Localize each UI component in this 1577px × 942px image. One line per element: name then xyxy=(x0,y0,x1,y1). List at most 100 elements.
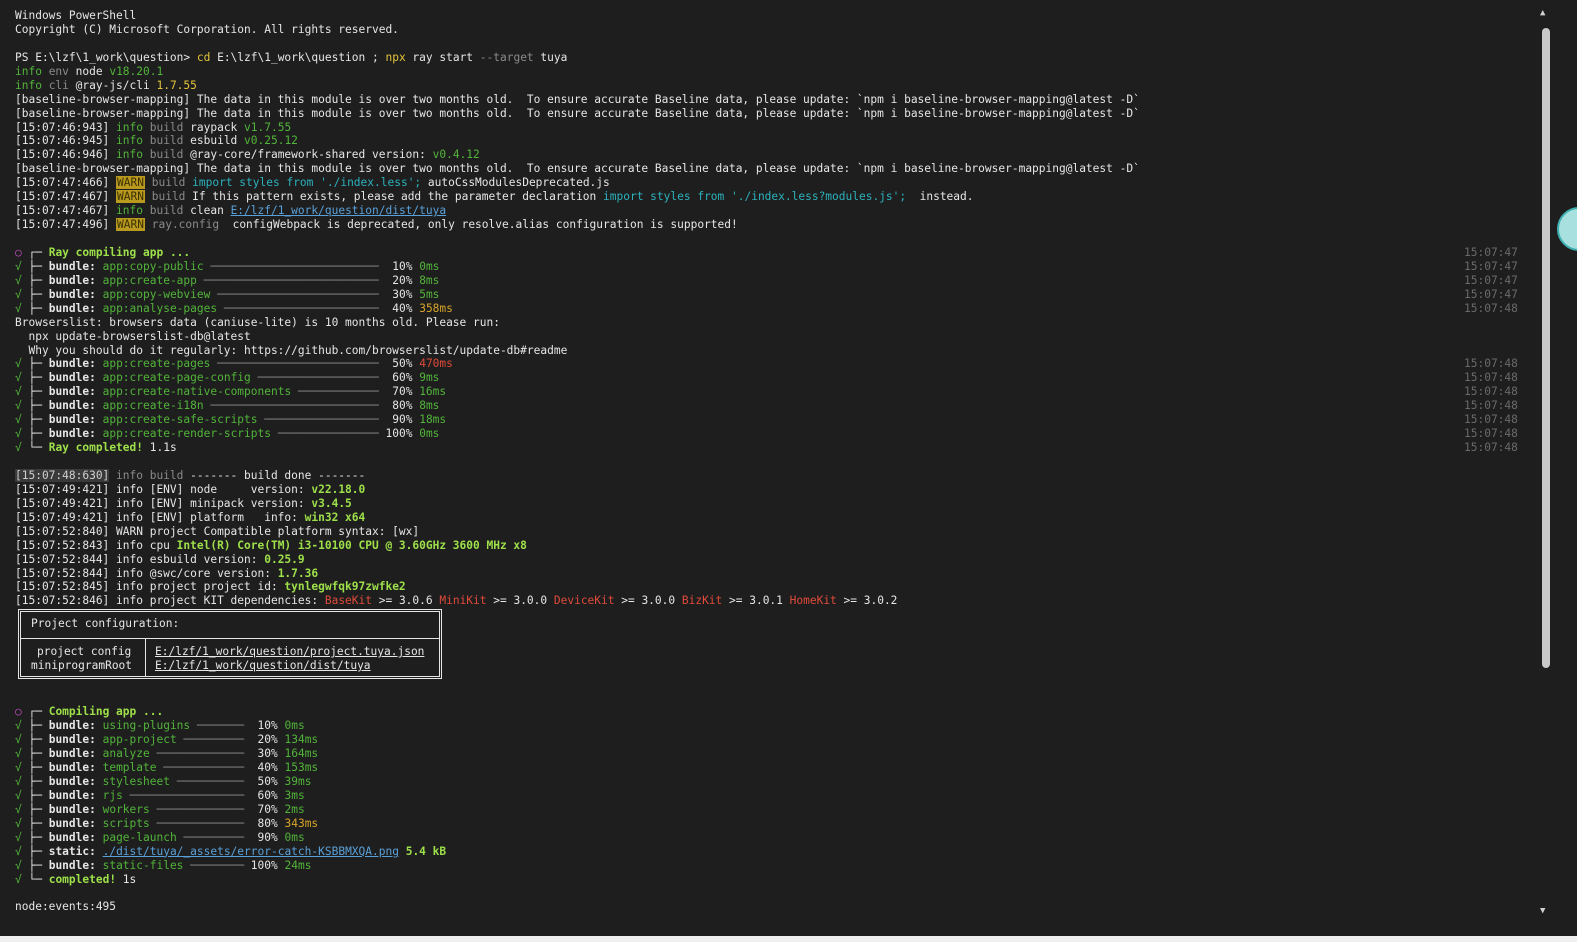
clean-path-link[interactable]: E:/lzf/1_work/question/dist/tuya xyxy=(231,204,447,217)
bundle-label: bundle: xyxy=(48,371,103,385)
bundle-timestamp: 15:07:48 xyxy=(1464,357,1518,371)
bundle-label: bundle: xyxy=(48,761,103,775)
bundle-line: √ ├─ bundle: analyze ───────────── 30% 1… xyxy=(15,747,1535,761)
bundle-line: √ ├─ bundle: app:create-native-component… xyxy=(15,385,1535,399)
log-value: win32 x64 xyxy=(304,510,366,524)
ps-title: Windows PowerShell xyxy=(15,9,137,22)
scroll-down-arrow-icon[interactable]: ▼ xyxy=(1540,906,1545,916)
bundle-name: app:analyse-pages xyxy=(102,301,218,315)
bundle-label: bundle: xyxy=(48,301,103,315)
tree-branch: ├─ xyxy=(21,413,49,427)
bundle-time: 470ms xyxy=(419,357,453,371)
bundle-name: scripts xyxy=(102,816,150,830)
static-files-line: √ ├─ bundle: static-files ──────── 100% … xyxy=(15,858,312,872)
log-value: 1.7.36 xyxy=(277,566,319,580)
compile-completed-line: √ └─ completed! 1s xyxy=(15,872,137,886)
env-log-list: [15:07:49:421] info [ENV] node version: … xyxy=(15,483,1535,595)
progress-dashes: ───────────────────────── xyxy=(203,259,379,273)
env-log-line: [15:07:49:421] info [ENV] minipack versi… xyxy=(15,497,1535,511)
bundle-name: analyze xyxy=(102,747,150,761)
env-node-line: info env node v18.20.1 xyxy=(15,64,164,78)
check-icon: √ xyxy=(15,775,22,788)
bundle-name: workers xyxy=(102,802,150,816)
kit-name: HomeKit xyxy=(789,594,837,608)
env-log-line: [15:07:52:844] info esbuild version: 0.2… xyxy=(15,553,1535,567)
bundle-timestamp: 15:07:48 xyxy=(1464,301,1518,315)
bundle-label: bundle: xyxy=(48,399,103,413)
miniprogram-root-path-link[interactable]: E:/lzf/1_work/question/dist/tuya xyxy=(155,659,371,672)
bundle-percent: 60% xyxy=(257,788,278,802)
bundle-line: √ ├─ bundle: page-launch ───────── 90% 0… xyxy=(15,831,1535,845)
command-line: PS E:\lzf\1_work\question> cd E:\lzf\1_w… xyxy=(15,50,568,64)
scrollbar-thumb[interactable] xyxy=(1542,28,1550,668)
progress-dashes: ───────────────────────── xyxy=(203,399,379,413)
tree-branch: ├─ xyxy=(21,719,49,733)
project-config-path-link[interactable]: E:/lzf/1_work/question/project.tuya.json xyxy=(155,645,424,658)
baseline-warning: [baseline-browser-mapping] The data in t… xyxy=(15,92,1140,106)
progress-dashes: ─────── xyxy=(190,719,245,733)
bundle-time: 0ms xyxy=(419,259,440,273)
project-config-table: Project configuration: project config mi… xyxy=(18,609,442,680)
bundle-percent: 10% xyxy=(257,719,278,733)
config-key: project config xyxy=(37,645,132,659)
bundle-percent: 70% xyxy=(392,385,413,399)
bundle-timestamp: 15:07:47 xyxy=(1464,273,1518,287)
bundle-percent: 20% xyxy=(392,273,413,287)
kit-version: >= 3.0.0 xyxy=(486,594,554,608)
check-icon: √ xyxy=(15,872,22,886)
progress-dashes: ───────── xyxy=(176,733,245,747)
bundle-label: bundle: xyxy=(48,719,103,733)
vertical-scrollbar[interactable]: ▲ ▼ xyxy=(1536,8,1556,916)
env-cli-line: info cli @ray-js/cli 1.7.55 xyxy=(15,78,197,92)
build-clean-line: [15:07:47:467] info build clean E:/lzf/1… xyxy=(15,204,447,218)
progress-dashes: ───────────── xyxy=(149,816,245,830)
bundle-line: √ ├─ bundle: app:copy-public ───────────… xyxy=(15,260,1535,274)
bundle-line: √ ├─ bundle: workers ───────────── 70% 2… xyxy=(15,803,1535,817)
floating-assistant-button[interactable] xyxy=(1557,207,1577,251)
build-done-line: [15:07:48:630] info build ------- build … xyxy=(15,468,366,482)
bundle-line: √ ├─ bundle: template ──────────── 40% 1… xyxy=(15,761,1535,775)
build-log-line: [15:07:46:946] info build @ray-core/fram… xyxy=(15,148,480,162)
tree-branch: ├─ xyxy=(21,385,49,399)
bundle-label: bundle: xyxy=(48,775,103,788)
scroll-up-arrow-icon[interactable]: ▲ xyxy=(1540,8,1545,18)
bundle-time: 8ms xyxy=(419,273,440,287)
env-log-line: [15:07:49:421] info [ENV] node version: … xyxy=(15,483,1535,497)
bundle-label: bundle: xyxy=(48,830,103,844)
bundle-time: 8ms xyxy=(419,399,440,413)
check-icon: √ xyxy=(15,413,22,427)
bundle-percent: 50% xyxy=(392,357,413,371)
log-value: 0.25.9 xyxy=(264,552,305,566)
bundle-label: bundle: xyxy=(48,385,103,399)
tree-branch: ├─ xyxy=(21,775,49,788)
bundle-time: 164ms xyxy=(284,747,319,761)
kit-dependencies-line: [15:07:52:846] info project KIT dependen… xyxy=(15,594,898,608)
bundle-line: √ ├─ bundle: scripts ───────────── 80% 3… xyxy=(15,817,1535,831)
bundle-time: 0ms xyxy=(284,719,305,733)
log-prefix: [15:07:52:844] info @swc/core version: xyxy=(15,566,278,580)
env-log-line: [15:07:52:843] info cpu Intel(R) Core(TM… xyxy=(15,539,1535,553)
log-prefix: [15:07:49:421] info [ENV] node version: xyxy=(15,482,312,496)
bundle-time: 39ms xyxy=(284,775,312,788)
progress-dashes: ────────────────────────── xyxy=(196,273,379,287)
ps-copyright: Copyright (C) Microsoft Corporation. All… xyxy=(15,22,399,36)
tree-branch: ├─ xyxy=(21,816,49,830)
bundle-line: √ ├─ bundle: using-plugins ─────── 10% 0… xyxy=(15,719,1535,733)
kit-version: >= 3.0.2 xyxy=(836,594,898,608)
check-icon: √ xyxy=(15,858,22,872)
check-icon: √ xyxy=(15,830,22,844)
bundle-line: √ ├─ bundle: app-project ───────── 20% 1… xyxy=(15,733,1535,747)
terminal-output[interactable]: Windows PowerShell Copyright (C) Microso… xyxy=(15,9,1535,914)
progress-dashes: ────────────────── xyxy=(250,371,379,385)
progress-dashes: ───────────────── xyxy=(257,413,379,427)
static-asset-link[interactable]: ./dist/tuya/_assets/error-catch-KSBBMXQA… xyxy=(103,845,399,858)
pending-icon: ○ xyxy=(15,245,22,259)
warn-badge: WARN xyxy=(116,176,145,190)
log-value: tynlegwfqk97zwfke2 xyxy=(284,580,406,594)
check-icon: √ xyxy=(15,816,22,830)
bundle-percent: 20% xyxy=(257,733,278,747)
bundle-name: page-launch xyxy=(102,830,177,844)
